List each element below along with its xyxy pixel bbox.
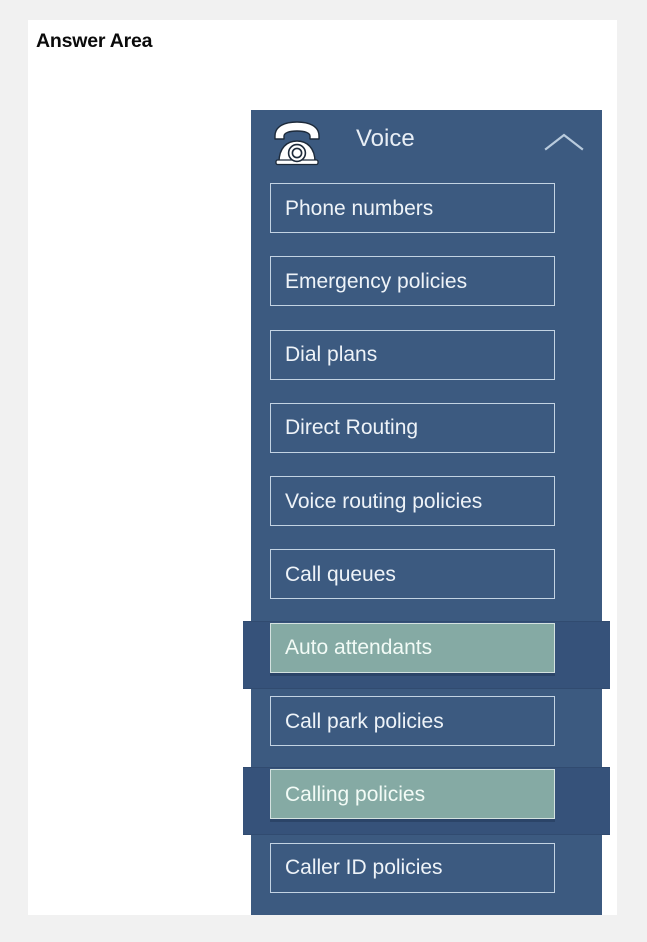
desk-phone-icon [274,121,320,166]
voice-list-item-box[interactable]: Calling policies [270,769,555,820]
voice-list-item[interactable]: Caller ID policies [251,836,602,909]
voice-panel-header[interactable]: Voice [251,110,602,176]
voice-list-item[interactable]: Phone numbers [251,176,602,249]
voice-list-item[interactable]: Voice routing policies [251,469,602,542]
voice-list-item-box[interactable]: Caller ID policies [270,842,555,893]
voice-list-item[interactable]: Direct Routing [251,396,602,469]
voice-list-item[interactable]: Auto attendants [243,616,610,689]
voice-list-item-box[interactable]: Dial plans [270,329,555,380]
page-title: Answer Area [36,30,153,52]
voice-list-item-box[interactable]: Direct Routing [270,402,555,453]
voice-list-item[interactable]: Calling policies [243,762,610,836]
voice-list-item-label: Dial plans [285,343,378,367]
voice-list-item-label: Auto attendants [285,636,433,660]
voice-list-item[interactable]: Emergency policies [251,249,602,322]
chevron-up-icon[interactable] [542,130,586,156]
voice-list-item-label: Emergency policies [285,269,468,293]
voice-panel: Voice Phone numbers Emergency policies Dia… [243,110,610,915]
voice-list-item-box[interactable]: Call queues [270,549,555,600]
voice-panel-title: Voice [356,125,415,152]
voice-list-item-label: Calling policies [285,782,426,806]
voice-list-item-box[interactable]: Emergency policies [270,256,555,307]
voice-list-item-label: Phone numbers [285,196,434,220]
answer-area-card: Answer Area Voice Phone numbers Emergency… [28,20,617,915]
voice-list-item-label: Caller ID policies [285,856,443,880]
voice-list-item[interactable]: Call park policies [251,689,602,762]
voice-list-item-label: Direct Routing [285,416,419,440]
voice-list-item-label: Voice routing policies [285,489,483,513]
voice-list-item-box[interactable]: Voice routing policies [270,476,555,527]
voice-list-item[interactable]: Dial plans [251,323,602,396]
voice-list-item-box[interactable]: Phone numbers [270,183,555,233]
voice-list-item-box[interactable]: Call park policies [270,696,555,747]
voice-list-item[interactable]: Call queues [251,542,602,615]
voice-list-item-label: Call queues [285,562,396,586]
voice-list-item-box[interactable]: Auto attendants [270,622,555,673]
voice-navigation-list: Phone numbers Emergency policies Dial plan… [243,176,610,909]
voice-list-item-label: Call park policies [285,709,444,733]
